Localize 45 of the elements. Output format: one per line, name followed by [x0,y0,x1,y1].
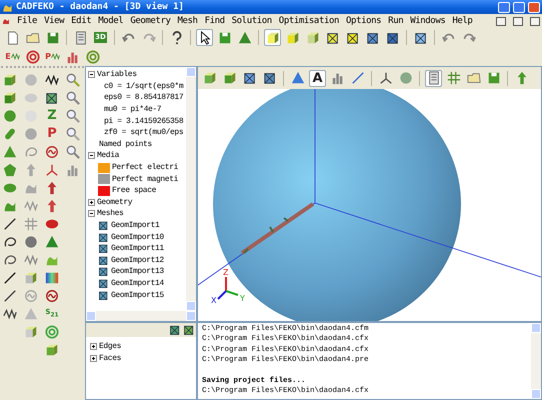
tree-item[interactable]: zf0 = sqrt(mu0/eps [104,128,184,138]
menu-item[interactable]: View [44,16,64,26]
menu-item[interactable]: Model [98,16,124,26]
tree-item[interactable]: Meshes [97,209,124,218]
menu-item[interactable]: Geometry [130,16,170,26]
tree-item[interactable]: mu0 = pi*4e-7 [104,105,162,114]
window-title: CADFEKO - daodan4 - [3D view 1] [16,2,185,12]
tree-item[interactable]: GeomImport12 [111,256,164,265]
axis-label: Z [223,268,228,277]
tree-item[interactable]: GeomImport13 [111,267,164,276]
tree-item[interactable]: Named points [99,140,152,149]
p-tool[interactable]: P [44,125,60,142]
tree-item[interactable]: GeomImport15 [111,290,164,300]
tree-item[interactable]: Variables [97,70,137,80]
e-field-tool[interactable]: E [4,48,21,65]
tree-item[interactable]: pi = 3.14159265358 [104,116,184,126]
axis-label: X [211,296,216,305]
menu-item[interactable]: Help [452,16,472,26]
axis-label: Y [240,294,245,303]
z-tool[interactable]: Z [44,107,60,124]
menu-item[interactable]: Mesh [177,16,198,26]
menu-item[interactable]: Options [346,16,382,26]
tree-item[interactable]: c0 = 1/sqrt(eps0*m [104,82,184,91]
menu-item[interactable]: Find [204,16,225,26]
menu-item[interactable]: Windows [410,16,446,26]
3d-viewport[interactable]: X Y Z [198,89,541,321]
tree-item[interactable]: Media [97,151,120,160]
tree-item[interactable]: Faces [99,354,122,363]
tree-item[interactable]: GeomImport1 [111,221,160,230]
tree-item[interactable]: GeomImport14 [111,278,164,288]
tree-item[interactable]: Edges [99,342,122,352]
menu-item[interactable]: Solution [232,16,272,26]
menu-item[interactable]: Edit [71,16,92,26]
tree-item[interactable]: Perfect electri [112,163,178,172]
menu-item[interactable]: Run [388,16,404,26]
tree-item[interactable]: GeomImport11 [111,244,164,254]
tree-item[interactable]: GeomImport10 [111,232,164,242]
p-field-tool[interactable]: P [44,48,61,65]
annotation-tool[interactable]: A [309,70,326,86]
tree-item[interactable]: Free space [112,186,156,196]
tree-item[interactable]: Perfect magneti [112,174,178,184]
tree-item[interactable]: eps0 = 8.854187817 [104,93,184,102]
menu-item[interactable]: File [17,16,38,26]
tree-item[interactable]: Geometry [97,198,132,207]
menu-item[interactable]: Optimisation [278,16,340,26]
